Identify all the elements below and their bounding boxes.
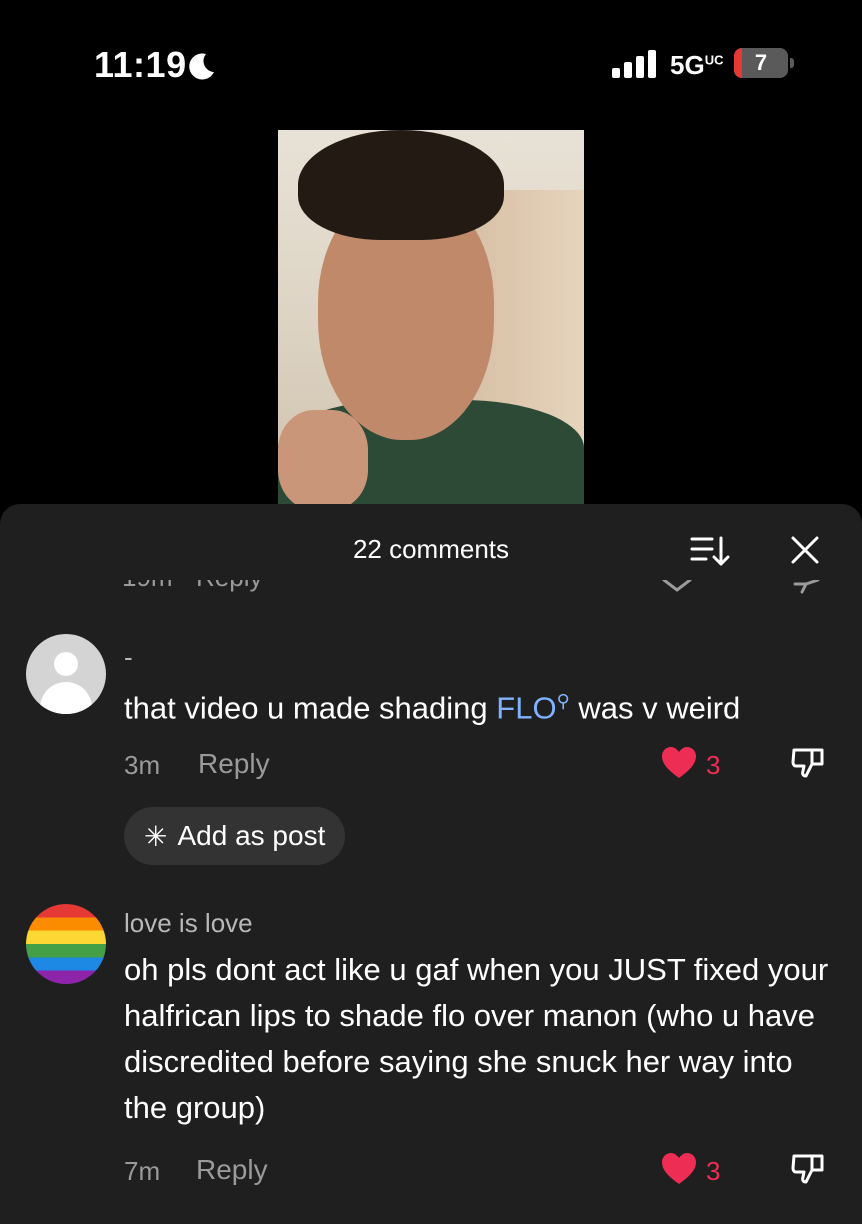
search-icon[interactable]: ⚲ [557, 691, 570, 711]
previous-dislike-icon[interactable] [792, 580, 822, 594]
comment-time: 7m [124, 1156, 161, 1186]
video-hair [298, 130, 504, 240]
like-count: 3 [706, 750, 721, 780]
previous-comment-time: 19m [122, 580, 173, 593]
reply-button[interactable]: Reply [198, 748, 270, 780]
comment-username[interactable]: - [124, 642, 133, 673]
comment-username[interactable]: love is love [124, 908, 253, 939]
network-suffix: UC [704, 52, 724, 68]
comment-item: - that video u made shading FLO⚲ was v w… [0, 634, 862, 874]
close-icon[interactable] [790, 535, 820, 565]
previous-heart-icon[interactable] [662, 580, 692, 592]
comment-text-part: that video u made shading [124, 690, 497, 726]
reply-button[interactable]: Reply [196, 1154, 268, 1186]
comment-text: oh pls dont act like u gaf when you JUST… [124, 952, 829, 1125]
sparkle-icon: ✳ [144, 820, 168, 852]
comment-text: that video u made shading FLO⚲ was v wei… [124, 678, 844, 731]
comment-text-part: was v weird [569, 690, 741, 726]
network-label: 5GUC [670, 50, 723, 81]
avatar-head [54, 652, 78, 676]
heart-icon[interactable] [660, 1152, 698, 1186]
battery-level: 7 [754, 50, 768, 75]
signal-icon [612, 50, 656, 78]
network-type: 5G [670, 50, 705, 80]
sort-icon[interactable] [690, 534, 730, 568]
previous-comment-actions: 19m Reply [0, 580, 862, 606]
avatar[interactable] [26, 634, 106, 714]
status-bar: 11:19 5GUC 7 [0, 0, 862, 120]
moon-icon [189, 53, 214, 80]
battery-indicator: 7 [734, 48, 788, 78]
status-time: 11:19 [94, 44, 187, 85]
comment-time: 3m [124, 750, 161, 780]
mention-link[interactable]: FLO [496, 690, 556, 725]
add-as-post-button[interactable]: ✳ Add as post [124, 807, 346, 865]
dislike-icon[interactable] [790, 1150, 828, 1188]
comments-sheet: 22 comments 19m Reply - that video u mad… [0, 504, 862, 1224]
video-thumbnail[interactable] [278, 130, 584, 510]
heart-icon[interactable] [660, 746, 698, 780]
comment-item: love is love oh pls dont act like u gaf … [0, 904, 862, 1214]
battery-tip [790, 58, 794, 68]
add-as-post-label: Add as post [177, 820, 326, 851]
previous-reply-button[interactable]: Reply [196, 580, 262, 593]
avatar-body [40, 682, 92, 714]
video-hand [278, 410, 368, 510]
dislike-icon[interactable] [790, 744, 828, 782]
avatar[interactable] [26, 904, 106, 984]
like-count: 3 [706, 1156, 721, 1186]
comments-count-title: 22 comments [352, 534, 510, 564]
